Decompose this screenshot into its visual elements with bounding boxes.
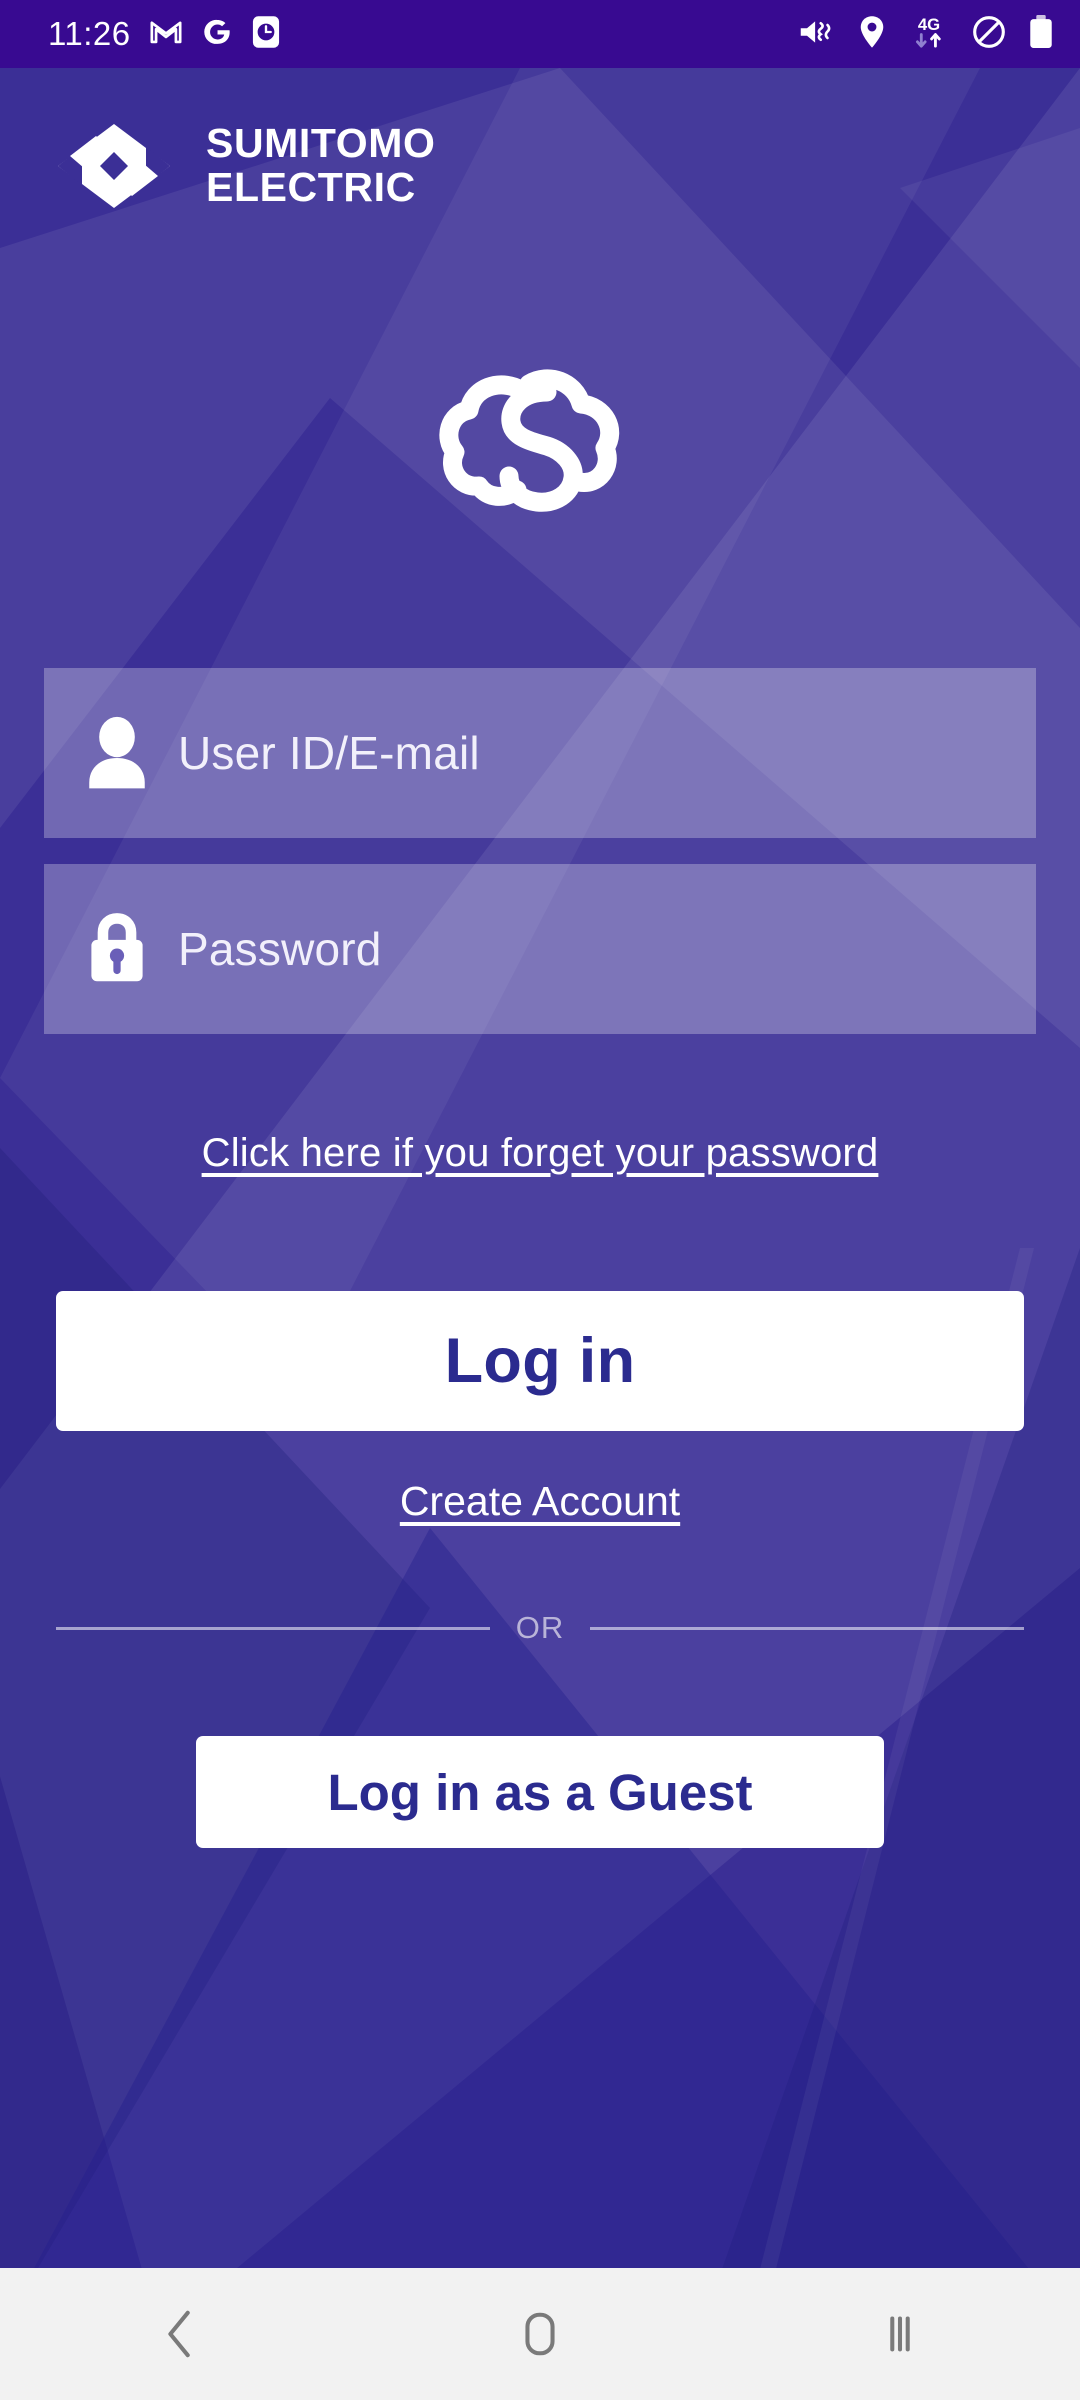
google-icon (201, 16, 233, 53)
forgot-password-link[interactable]: Click here if you forget your password (0, 1131, 1080, 1176)
login-button[interactable]: Log in (56, 1291, 1024, 1431)
create-account-link[interactable]: Create Account (0, 1478, 1080, 1525)
nav-home-button[interactable] (455, 2268, 625, 2400)
or-divider: OR (56, 1610, 1024, 1646)
brand-header: SUMITOMO ELECTRIC (48, 118, 436, 214)
clock-app-icon (251, 15, 281, 54)
gmail-icon (149, 15, 183, 54)
battery-icon (1028, 14, 1054, 54)
person-icon (78, 716, 156, 790)
nav-back-button[interactable] (95, 2268, 265, 2400)
divider-rule-right (590, 1626, 1024, 1630)
brand-line-2: ELECTRIC (206, 164, 416, 210)
lock-icon (78, 911, 156, 987)
guest-login-button[interactable]: Log in as a Guest (196, 1736, 884, 1848)
nav-recents-button[interactable] (815, 2268, 985, 2400)
user-id-field[interactable]: User ID/E-mail (44, 668, 1036, 838)
recents-bars-icon (890, 2316, 910, 2352)
status-bar-left-group: 11:26 (48, 15, 281, 54)
mobile-data-4g-icon: 4G (908, 14, 950, 55)
divider-rule-left (56, 1626, 490, 1630)
cloud-s-logo (439, 369, 620, 512)
system-navigation-bar (0, 2268, 1080, 2400)
status-bar: 11:26 4G (0, 0, 1080, 68)
back-chevron-icon (168, 2310, 190, 2358)
home-square-icon (525, 2312, 555, 2356)
do-not-disturb-icon (972, 15, 1006, 54)
user-id-placeholder: User ID/E-mail (178, 727, 480, 779)
password-placeholder: Password (178, 923, 382, 975)
sumitomo-diamond-logo (58, 124, 170, 208)
status-bar-clock: 11:26 (48, 15, 131, 52)
volume-mute-vibrate-icon (798, 17, 836, 52)
divider-label: OR (515, 1610, 565, 1645)
password-field[interactable]: Password (44, 864, 1036, 1034)
brand-line-1: SUMITOMO (206, 120, 436, 167)
svg-text:4G: 4G (918, 15, 940, 34)
brand-name: SUMITOMO ELECTRIC (206, 120, 436, 210)
status-bar-right-group: 4G (798, 14, 1054, 55)
login-screen: SUMITOMO ELECTRIC User ID/E-mail Passwor… (0, 68, 1080, 2332)
location-pin-icon (858, 15, 886, 54)
